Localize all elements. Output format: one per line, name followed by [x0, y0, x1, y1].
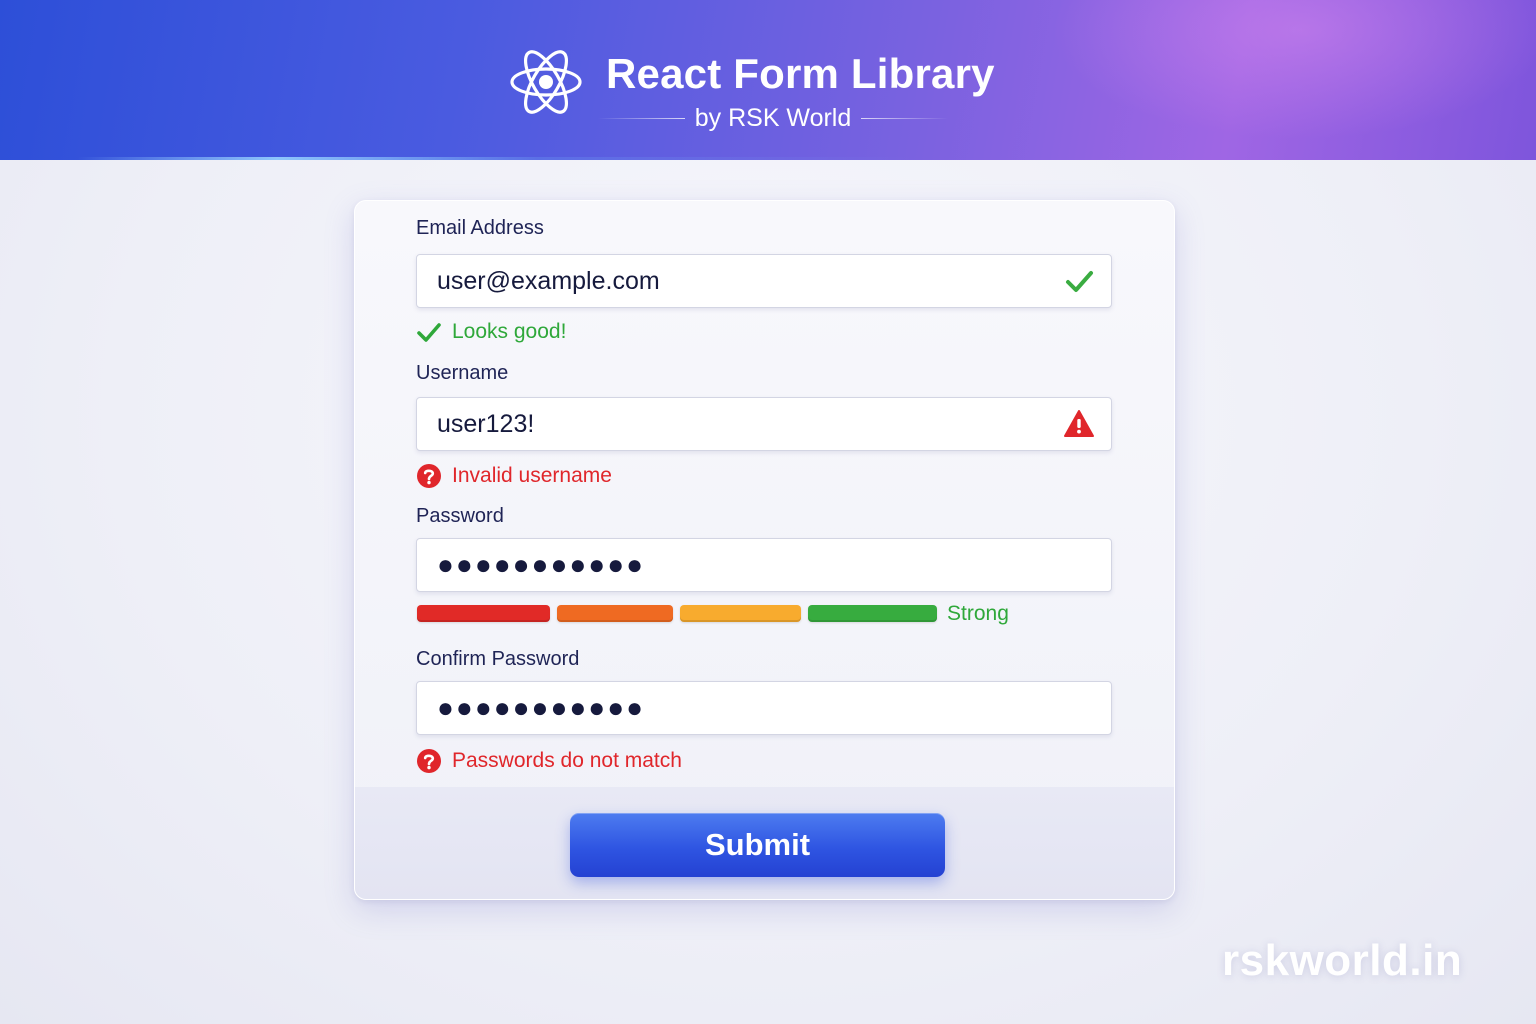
warning-triangle-icon: [1063, 408, 1095, 440]
strength-segment-1: [417, 604, 550, 622]
email-field[interactable]: user@example.com: [416, 254, 1112, 308]
question-circle-icon: [416, 463, 442, 489]
strength-segment-4: [808, 604, 937, 622]
check-icon: [1063, 265, 1095, 297]
subtitle-divider-left: [598, 117, 685, 119]
confirm-password-label: Confirm Password: [416, 648, 580, 670]
confirm-password-message-text: Passwords do not match: [452, 749, 682, 772]
confirm-password-value: ●●●●●●●●●●●: [437, 692, 646, 723]
subtitle-row: by RSK World: [598, 102, 948, 134]
watermark: rskworld.in: [1222, 936, 1463, 985]
email-success-message: Looks good!: [416, 318, 566, 346]
check-icon: [416, 319, 442, 345]
signup-form-card: Email Address user@example.com Looks goo…: [354, 200, 1175, 900]
email-value: user@example.com: [437, 266, 660, 295]
react-atom-icon: [508, 44, 584, 120]
email-label: Email Address: [416, 217, 544, 239]
app-title: React Form Library: [606, 50, 995, 97]
password-value: ●●●●●●●●●●●: [437, 549, 646, 580]
username-label: Username: [416, 362, 509, 384]
strength-segment-2: [557, 604, 673, 622]
strength-segment-3: [680, 604, 801, 622]
email-message-text: Looks good!: [452, 320, 567, 343]
password-label: Password: [416, 505, 504, 527]
username-message-text: Invalid username: [452, 464, 612, 487]
username-field[interactable]: user123!: [416, 397, 1112, 451]
strength-label: Strong: [947, 602, 1009, 625]
subtitle-divider-right: [861, 117, 948, 119]
username-error-message: Invalid username: [416, 462, 612, 490]
password-field[interactable]: ●●●●●●●●●●●: [416, 538, 1112, 592]
app-subtitle: by RSK World: [694, 103, 852, 132]
question-circle-icon: [416, 748, 442, 774]
header-glow: [1050, 0, 1536, 140]
submit-button[interactable]: Submit: [570, 813, 945, 877]
confirm-password-field[interactable]: ●●●●●●●●●●●: [416, 681, 1112, 735]
app-header: React Form Library by RSK World: [0, 0, 1536, 160]
confirm-password-error-message: Passwords do not match: [416, 747, 682, 775]
username-value: user123!: [437, 409, 535, 438]
password-strength-meter: Strong: [417, 601, 1009, 625]
